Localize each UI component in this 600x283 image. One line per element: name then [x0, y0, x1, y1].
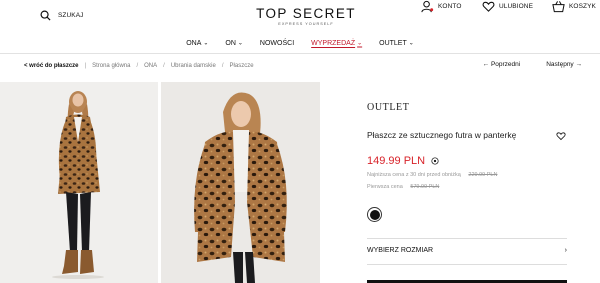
breadcrumb: < wróć do płaszcze | Strona główna / ONA…	[24, 63, 254, 69]
account-label: KONTO	[438, 3, 462, 10]
account-button[interactable]: KONTO	[421, 0, 462, 13]
info-icon[interactable]	[431, 157, 439, 165]
breadcrumb-separator: /	[163, 63, 165, 69]
color-swatch[interactable]	[367, 207, 382, 222]
nav-label: OUTLET	[379, 39, 407, 47]
nav-item-wyprzedaz[interactable]: WYPRZEDAŻ ⌄	[311, 36, 362, 50]
model-photo-full	[52, 91, 104, 279]
basket-icon	[552, 1, 565, 13]
next-label: Następny	[546, 61, 574, 68]
prev-label: Poprzedni	[490, 61, 521, 68]
size-divider-bottom	[367, 264, 567, 265]
nav-label: NOWOŚCI	[259, 39, 295, 47]
nav-item-on[interactable]: ON ⌄	[225, 36, 243, 50]
search-label: SZUKAJ	[58, 12, 84, 19]
back-link[interactable]: < wróć do płaszcze	[24, 63, 79, 69]
cart-label: KOSZYK	[569, 3, 596, 10]
chevron-down-icon: ⌄	[408, 40, 414, 46]
add-to-favorites-icon[interactable]	[556, 131, 566, 141]
lowest-price-info: Najniższa cena z 30 dni przed obniżką 22…	[367, 172, 497, 178]
product-pager: ← Poprzedni Następny →	[483, 61, 582, 68]
heart-icon	[482, 1, 495, 12]
breadcrumb-ona[interactable]: ONA	[144, 63, 157, 69]
prev-product-link[interactable]: ← Poprzedni	[483, 61, 521, 68]
product-image-1[interactable]	[0, 82, 158, 283]
product-price: 149.99 PLN	[367, 155, 439, 167]
header-divider	[0, 53, 600, 54]
first-price-info: Pierwsza cena 579.99 PLN	[367, 184, 439, 190]
first-price-label: Pierwsza cena	[367, 184, 403, 190]
product-title: Płaszcz ze sztucznego futra w panterkę	[367, 130, 517, 140]
price-value: 149.99 PLN	[367, 155, 426, 167]
search-button[interactable]: SZUKAJ	[40, 10, 84, 21]
product-image-2[interactable]	[161, 82, 320, 283]
size-selector[interactable]: WYBIERZ ROZMIAR ›	[367, 247, 567, 254]
color-swatch-fill	[369, 209, 380, 220]
nav-label: ONA	[186, 39, 202, 47]
breadcrumb-separator: /	[136, 63, 139, 69]
header: SZUKAJ TOP SECRET EXPRESS YOURSELF KONTO…	[0, 0, 600, 32]
chevron-right-icon: ›	[564, 247, 567, 254]
cart-button[interactable]: KOSZYK	[552, 0, 596, 13]
logo-tagline: EXPRESS YOURSELF	[278, 22, 334, 26]
user-icon	[421, 0, 434, 13]
model-photo-closeup	[194, 92, 287, 283]
favorites-button[interactable]: ULUBIONE	[482, 0, 533, 13]
nav-item-ona[interactable]: ONA ⌄	[186, 36, 208, 50]
product-brand: OUTLET	[367, 102, 410, 113]
nav-label: ON	[225, 39, 236, 47]
breadcrumb-separator: |	[84, 63, 87, 69]
chevron-down-icon: ⌄	[237, 40, 243, 46]
nav-item-nowosci[interactable]: NOWOŚCI	[260, 36, 294, 50]
size-divider-top	[367, 238, 567, 239]
size-label: WYBIERZ ROZMIAR	[367, 247, 434, 254]
breadcrumb-separator: /	[221, 63, 224, 69]
logo-text: TOP SECRET	[256, 6, 356, 21]
lowest-price-label: Najniższa cena z 30 dni przed obniżką	[367, 172, 461, 178]
nav-label: WYPRZEDAŻ	[311, 39, 356, 47]
breadcrumb-plaszcze[interactable]: Płaszcze	[230, 63, 254, 69]
logo[interactable]: TOP SECRET EXPRESS YOURSELF	[247, 6, 365, 27]
nav-item-outlet[interactable]: OUTLET ⌄	[379, 36, 414, 50]
favorites-label: ULUBIONE	[499, 3, 534, 10]
first-price-value: 579.99 PLN	[410, 184, 440, 190]
chevron-down-icon: ⌄	[203, 40, 209, 46]
next-product-link[interactable]: Następny →	[546, 61, 582, 68]
breadcrumb-home[interactable]: Strona główna	[92, 63, 130, 69]
lowest-price-value: 229.99 PLN	[468, 172, 498, 178]
breadcrumb-ubrania[interactable]: Ubrania damskie	[171, 63, 216, 69]
main-nav: ONA ⌄ ON ⌄ NOWOŚCI WYPRZEDAŻ ⌄ OUTLET ⌄	[0, 36, 600, 50]
chevron-down-icon: ⌄	[357, 40, 363, 46]
search-icon	[40, 10, 51, 21]
